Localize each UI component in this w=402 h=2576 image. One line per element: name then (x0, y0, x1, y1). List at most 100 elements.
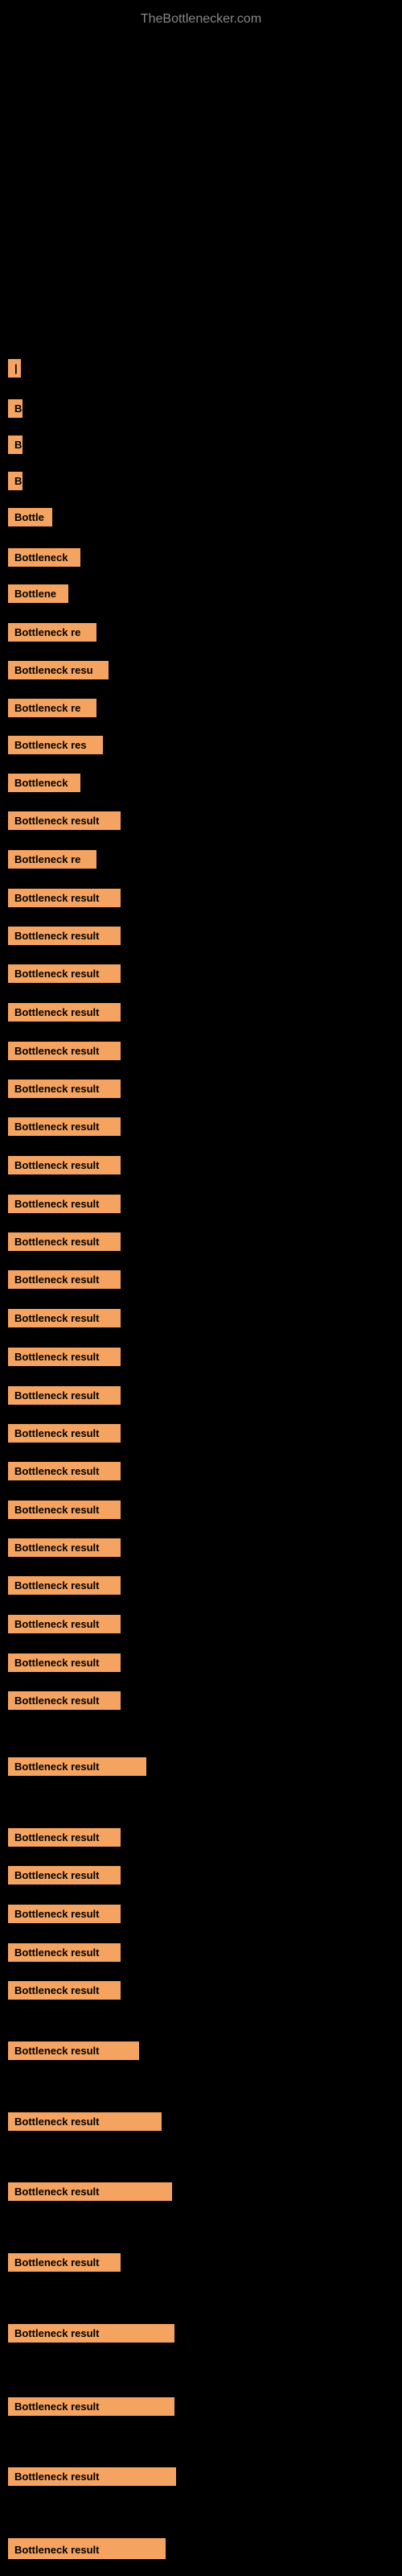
bottleneck-item-26[interactable]: Bottleneck result (8, 1309, 121, 1327)
bottleneck-item-wrapper-49: Bottleneck result (0, 2462, 402, 2491)
bottleneck-item-41[interactable]: Bottleneck result (8, 1943, 121, 1962)
bottleneck-item-wrapper-48: Bottleneck result (0, 2392, 402, 2421)
bottleneck-item-5[interactable]: Bottle (8, 508, 52, 526)
bottleneck-item-wrapper-27: Bottleneck result (0, 1343, 402, 1371)
bottleneck-item-7[interactable]: Bottlene (8, 584, 68, 603)
site-title: TheBottlenecker.com (0, 4, 402, 31)
bottleneck-item-36[interactable]: Bottleneck result (8, 1691, 121, 1710)
bottleneck-item-wrapper-12: Bottleneck (0, 769, 402, 797)
bottleneck-item-30[interactable]: Bottleneck result (8, 1462, 121, 1480)
bottleneck-item-wrapper-42: Bottleneck result (0, 1976, 402, 2004)
bottleneck-item-11[interactable]: Bottleneck res (8, 736, 103, 754)
bottleneck-item-8[interactable]: Bottleneck re (8, 623, 96, 642)
bottleneck-item-27[interactable]: Bottleneck result (8, 1348, 121, 1366)
bottleneck-item-14[interactable]: Bottleneck re (8, 850, 96, 869)
bottleneck-item-6[interactable]: Bottleneck (8, 548, 80, 567)
bottleneck-item-10[interactable]: Bottleneck re (8, 699, 96, 717)
bottleneck-item-wrapper-45: Bottleneck result (0, 2178, 402, 2206)
bottleneck-item-wrapper-31: Bottleneck result (0, 1496, 402, 1524)
bottleneck-item-wrapper-9: Bottleneck resu (0, 656, 402, 684)
bottleneck-item-47[interactable]: Bottleneck result (8, 2324, 174, 2343)
bottleneck-item-wrapper-7: Bottlene (0, 580, 402, 608)
bottleneck-item-wrapper-28: Bottleneck result (0, 1381, 402, 1410)
bottleneck-item-wrapper-43: Bottleneck result (0, 2037, 402, 2065)
bottleneck-item-49[interactable]: Bottleneck result (8, 2467, 176, 2486)
bottleneck-item-wrapper-44: Bottleneck result (0, 2107, 402, 2136)
bottleneck-item-wrapper-46: Bottleneck result (0, 2248, 402, 2277)
bottleneck-item-46[interactable]: Bottleneck result (8, 2253, 121, 2272)
bottleneck-item-wrapper-11: Bottleneck res (0, 731, 402, 759)
bottleneck-item-51[interactable]: Bottleneck result (8, 2541, 166, 2559)
bottleneck-item-48[interactable]: Bottleneck result (8, 2397, 174, 2416)
bottleneck-item-34[interactable]: Bottleneck result (8, 1615, 121, 1633)
bottleneck-item-wrapper-14: Bottleneck re (0, 845, 402, 873)
bottleneck-item-wrapper-34: Bottleneck result (0, 1610, 402, 1638)
bottleneck-item-wrapper-33: Bottleneck result (0, 1571, 402, 1600)
bottleneck-item-wrapper-35: Bottleneck result (0, 1649, 402, 1677)
bottleneck-item-wrapper-32: Bottleneck result (0, 1534, 402, 1562)
bottleneck-item-wrapper-30: Bottleneck result (0, 1457, 402, 1485)
bottleneck-item-18[interactable]: Bottleneck result (8, 1003, 121, 1022)
bottleneck-item-wrapper-51: Bottleneck result (0, 2536, 402, 2564)
bottleneck-item-wrapper-29: Bottleneck result (0, 1419, 402, 1447)
bottleneck-item-31[interactable]: Bottleneck result (8, 1501, 121, 1519)
bottleneck-item-wrapper-23: Bottleneck result (0, 1190, 402, 1218)
bottleneck-item-45[interactable]: Bottleneck result (8, 2182, 172, 2201)
bottleneck-item-38[interactable]: Bottleneck result (8, 1828, 121, 1847)
bottleneck-item-wrapper-39: Bottleneck result (0, 1861, 402, 1889)
bottleneck-item-wrapper-22: Bottleneck result (0, 1151, 402, 1179)
bottleneck-item-wrapper-15: Bottleneck result (0, 884, 402, 912)
bottleneck-item-16[interactable]: Bottleneck result (8, 927, 121, 945)
bottleneck-item-44[interactable]: Bottleneck result (8, 2112, 162, 2131)
bottleneck-item-42[interactable]: Bottleneck result (8, 1981, 121, 2000)
bottleneck-item-wrapper-25: Bottleneck result (0, 1265, 402, 1294)
bottleneck-item-wrapper-19: Bottleneck result (0, 1037, 402, 1065)
bottleneck-item-33[interactable]: Bottleneck result (8, 1576, 121, 1595)
bottleneck-item-21[interactable]: Bottleneck result (8, 1117, 121, 1136)
bottleneck-item-wrapper-20: Bottleneck result (0, 1075, 402, 1103)
bottleneck-item-wrapper-21: Bottleneck result (0, 1113, 402, 1141)
bottleneck-item-15[interactable]: Bottleneck result (8, 889, 121, 907)
bottleneck-item-43[interactable]: Bottleneck result (8, 2041, 139, 2060)
bottleneck-item-23[interactable]: Bottleneck result (8, 1195, 121, 1213)
bottleneck-item-19[interactable]: Bottleneck result (8, 1042, 121, 1060)
bottleneck-item-wrapper-2: B (0, 394, 402, 423)
bottleneck-item-wrapper-37: Bottleneck result (0, 1752, 402, 1781)
bottleneck-item-wrapper-40: Bottleneck result (0, 1900, 402, 1928)
bottleneck-item-32[interactable]: Bottleneck result (8, 1538, 121, 1557)
bottleneck-item-4[interactable]: B (8, 472, 23, 490)
bottleneck-item-wrapper-5: Bottle (0, 503, 402, 531)
bottleneck-item-wrapper-18: Bottleneck result (0, 998, 402, 1026)
bottleneck-item-wrapper-26: Bottleneck result (0, 1304, 402, 1332)
bottleneck-item-wrapper-8: Bottleneck re (0, 618, 402, 646)
bottleneck-item-3[interactable]: B (8, 436, 23, 454)
bottleneck-item-2[interactable]: B (8, 399, 23, 418)
bottleneck-item-wrapper-38: Bottleneck result (0, 1823, 402, 1852)
bottleneck-item-wrapper-10: Bottleneck re (0, 694, 402, 722)
bottleneck-item-wrapper-24: Bottleneck result (0, 1228, 402, 1256)
bottleneck-item-37[interactable]: Bottleneck result (8, 1757, 146, 1776)
bottleneck-item-13[interactable]: Bottleneck result (8, 811, 121, 830)
bottleneck-item-wrapper-4: B (0, 467, 402, 495)
bottleneck-item-20[interactable]: Bottleneck result (8, 1080, 121, 1098)
bottleneck-item-39[interactable]: Bottleneck result (8, 1866, 121, 1885)
bottleneck-item-1[interactable]: | (8, 359, 21, 378)
bottleneck-item-40[interactable]: Bottleneck result (8, 1905, 121, 1923)
bottleneck-item-25[interactable]: Bottleneck result (8, 1270, 121, 1289)
bottleneck-item-wrapper-17: Bottleneck result (0, 960, 402, 988)
bottleneck-item-28[interactable]: Bottleneck result (8, 1386, 121, 1405)
bottleneck-item-wrapper-6: Bottleneck (0, 543, 402, 572)
bottleneck-item-wrapper-16: Bottleneck result (0, 922, 402, 950)
bottleneck-item-35[interactable]: Bottleneck result (8, 1653, 121, 1672)
bottleneck-item-17[interactable]: Bottleneck result (8, 964, 121, 983)
bottleneck-item-wrapper-36: Bottleneck result (0, 1686, 402, 1715)
bottleneck-item-22[interactable]: Bottleneck result (8, 1156, 121, 1174)
bottleneck-item-wrapper-3: B (0, 431, 402, 459)
bottleneck-item-24[interactable]: Bottleneck result (8, 1232, 121, 1251)
bottleneck-item-wrapper-13: Bottleneck result (0, 807, 402, 835)
bottleneck-item-wrapper-1: | (0, 354, 402, 382)
bottleneck-item-9[interactable]: Bottleneck resu (8, 661, 109, 679)
bottleneck-item-wrapper-41: Bottleneck result (0, 1938, 402, 1967)
bottleneck-item-12[interactable]: Bottleneck (8, 774, 80, 792)
bottleneck-item-29[interactable]: Bottleneck result (8, 1424, 121, 1443)
